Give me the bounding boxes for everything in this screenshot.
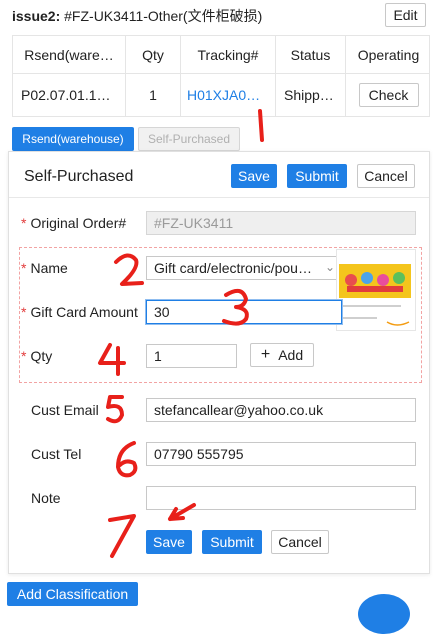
cell-status: Shipp… <box>276 74 346 116</box>
add-button[interactable]: + Add <box>250 343 314 367</box>
add-label: Add <box>278 347 304 363</box>
gift-card-illustration <box>339 264 411 326</box>
required-mark: * <box>21 304 27 320</box>
panel-divider <box>9 197 429 198</box>
gift-card-image <box>336 249 416 331</box>
gift-amount-input[interactable]: 30 <box>146 300 342 324</box>
qty-input[interactable]: 1 <box>146 344 237 368</box>
required-mark: * <box>21 348 27 364</box>
submit-button[interactable]: Submit <box>202 530 262 554</box>
cust-tel-input[interactable]: 07790 555795 <box>146 442 416 466</box>
panel-save-button[interactable]: Save <box>231 164 277 188</box>
gift-amount-text: Gift Card Amount <box>30 304 138 320</box>
column-header-qty: Qty <box>126 36 181 73</box>
issue-title: issue2: #FZ-UK3411-Other(文件柜破损) <box>12 6 262 26</box>
name-value: Gift card/electronic/pou… <box>154 260 312 276</box>
issue-label: issue2: <box>12 8 61 24</box>
name-label: * Name <box>21 260 68 276</box>
cust-email-input[interactable]: stefancallear@yahoo.co.uk <box>146 398 416 422</box>
edit-button[interactable]: Edit <box>385 3 426 27</box>
panel-submit-button[interactable]: Submit <box>287 164 347 188</box>
original-order-text: Original Order# <box>30 215 127 231</box>
panel-cancel-button[interactable]: Cancel <box>357 164 415 188</box>
name-text: Name <box>30 260 68 276</box>
original-order-label: * Original Order# <box>21 215 126 231</box>
chevron-down-icon: ⌄ <box>324 260 335 274</box>
name-select[interactable]: Gift card/electronic/pou… ⌄ <box>146 256 342 280</box>
add-classification-button[interactable]: Add Classification <box>7 582 138 606</box>
rsend-table: Rsend(ware… Qty Tracking# Status Operati… <box>12 35 430 117</box>
panel-title: Self-Purchased <box>24 168 134 185</box>
self-purchased-panel: Self-Purchased Save Submit Cancel * Origi… <box>8 151 430 574</box>
note-label: Note <box>31 490 61 506</box>
cancel-button[interactable]: Cancel <box>271 530 329 554</box>
column-header-status: Status <box>276 36 346 73</box>
note-input[interactable] <box>146 486 416 510</box>
qty-label: * Qty <box>21 348 52 364</box>
issue-header: issue2: #FZ-UK3411-Other(文件柜破损) <box>12 4 424 28</box>
cell-operating: Check <box>346 74 431 116</box>
required-mark: * <box>21 260 27 276</box>
tab-self-purchased[interactable]: Self-Purchased <box>138 127 240 151</box>
plus-icon: + <box>260 346 271 363</box>
qty-text: Qty <box>30 348 53 364</box>
required-mark: * <box>21 215 27 231</box>
issue-code: #FZ-UK3411-Other(文件柜破损) <box>64 8 263 24</box>
column-header-rsend: Rsend(ware… <box>13 36 126 73</box>
floating-action-button[interactable] <box>358 594 410 634</box>
column-header-tracking: Tracking# <box>181 36 276 73</box>
save-button[interactable]: Save <box>146 530 192 554</box>
cell-qty: 1 <box>126 74 181 116</box>
cust-tel-label: Cust Tel <box>31 446 82 462</box>
check-button[interactable]: Check <box>358 83 419 107</box>
column-header-operating: Operating <box>357 46 420 63</box>
gift-amount-label: * Gift Card Amount <box>21 304 138 320</box>
tab-rsend-warehouse[interactable]: Rsend(warehouse) <box>12 127 134 151</box>
cell-rsend: P02.07.01.1… <box>13 74 126 116</box>
tracking-link[interactable]: H01XJA0… <box>181 74 276 116</box>
cust-email-label: Cust Email <box>31 402 99 418</box>
original-order-input[interactable]: #FZ-UK3411 <box>146 211 416 235</box>
